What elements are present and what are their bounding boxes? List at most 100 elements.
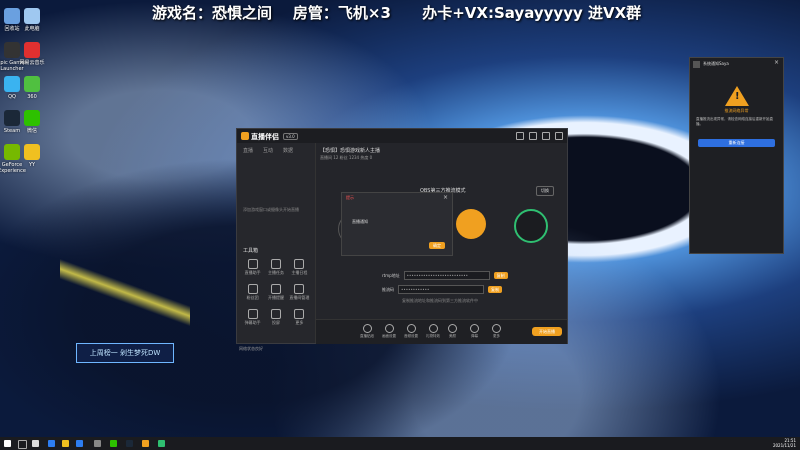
tab-data[interactable]: 数据: [283, 147, 293, 154]
desktop-icon-label: 网易云音乐: [19, 60, 45, 66]
bottom-tool[interactable]: 美颜: [448, 324, 457, 339]
tool-icon: [270, 259, 281, 269]
edge-icon[interactable]: [48, 440, 55, 447]
tool-icon: [294, 259, 305, 269]
copy-rtmp-button[interactable]: 复制: [493, 272, 508, 279]
tool-item[interactable]: 投屏: [264, 309, 287, 326]
desktop-app-icon: [24, 42, 40, 58]
tool-icon: [362, 324, 372, 333]
tool-label: 开播提醒: [267, 295, 284, 300]
bottom-tool[interactable]: 更多: [492, 324, 501, 339]
start-icon[interactable]: [4, 440, 11, 447]
tool-icon: [247, 284, 258, 294]
bottom-tool-label: 弹幕: [471, 334, 478, 338]
tool-label: 直播助手: [244, 270, 261, 275]
explorer-icon[interactable]: [62, 440, 69, 447]
tab-live[interactable]: 直播: [243, 147, 253, 154]
switch-mode-button[interactable]: 切换: [536, 186, 554, 196]
tool-label: 主播日程: [291, 270, 308, 275]
clock[interactable]: 21:51 2021/11/21: [773, 438, 796, 448]
source-hint: 添加游戏窗口或摄像头开始直播: [243, 207, 299, 212]
tool-icon: [247, 309, 258, 319]
desktop-icon[interactable]: 此电脑: [12, 8, 52, 32]
settings-icon[interactable]: [516, 132, 524, 140]
reconnect-button[interactable]: 重新连接: [698, 139, 775, 147]
popup-title: 系统通知Saya: [703, 61, 729, 66]
taskbar: 21:51 2021/11/21: [0, 437, 800, 450]
start-live-button[interactable]: 开始直播: [532, 327, 562, 336]
tool-label: 更多: [295, 320, 304, 325]
app-icon[interactable]: [158, 440, 165, 447]
stream-key-field[interactable]: ••••••••••••: [398, 285, 484, 294]
bottom-tool-label: 音频设置: [404, 334, 418, 338]
step-circle-done: [514, 209, 548, 243]
tool-item[interactable]: 直播助手: [241, 259, 264, 276]
bottom-tool[interactable]: 弹幕: [470, 324, 479, 339]
version-badge[interactable]: v3.0: [283, 133, 298, 140]
tool-item[interactable]: 主播任务: [264, 259, 287, 276]
tool-item[interactable]: 直播间管理: [288, 284, 311, 301]
tool-icon: [492, 324, 501, 333]
tool-label: 主播任务: [267, 270, 284, 275]
bottom-tool[interactable]: 直播贴纸: [360, 324, 374, 339]
warning-exclamation-icon: !: [735, 91, 740, 102]
desktop-icon[interactable]: 微信: [12, 110, 52, 134]
task-view-icon[interactable]: [32, 440, 39, 447]
copy-key-button[interactable]: 复制: [488, 286, 502, 293]
desktop-app-icon: [24, 8, 40, 24]
app-logo-text: 直播伴侣: [251, 133, 279, 141]
window-controls: [516, 132, 563, 140]
bottom-tool[interactable]: 画面设置: [382, 324, 396, 339]
tool-icon: [270, 284, 281, 294]
streaming-app-icon[interactable]: [142, 440, 149, 447]
bottom-tool[interactable]: 礼物特效: [426, 324, 440, 339]
stream-overlay-text: 游戏名：恐惧之间 房管：飞机×3 办卡+VX:Sayayyyyy 进VX群: [152, 4, 642, 22]
close-icon[interactable]: [555, 132, 563, 140]
minimize-icon[interactable]: [529, 132, 537, 140]
tool-label: 投屏: [271, 320, 280, 325]
app-titlebar: 直播伴侣 v3.0: [237, 129, 567, 143]
tool-icon: [247, 259, 258, 269]
modal-ok-button[interactable]: 确定: [429, 242, 445, 249]
popup-description: 直播推流出现异常，请检查网络连接后重新开始直播。: [696, 117, 773, 126]
left-tabs: 直播 互动 数据: [243, 147, 293, 154]
desktop-app-icon: [24, 76, 40, 92]
app-left-panel: 直播 互动 数据 添加游戏窗口或摄像头开始直播 工具箱 直播助手 主播任务 主播…: [237, 143, 316, 351]
notice-modal: 提示 × 直播通知 确定: [341, 192, 453, 256]
search-icon[interactable]: [18, 440, 27, 449]
tool-label: 直播间管理: [289, 295, 310, 300]
desktop-app-icon: [24, 110, 40, 126]
bottom-tool[interactable]: 音频设置: [404, 324, 418, 339]
steam-icon[interactable]: [126, 440, 133, 447]
rtmp-field[interactable]: ••••••••••••••••••••••••••: [403, 271, 490, 280]
bottom-tool-label: 直播贴纸: [360, 334, 374, 338]
modal-close-icon[interactable]: ×: [443, 194, 448, 201]
tool-item[interactable]: 开播提醒: [264, 284, 287, 301]
tool-item[interactable]: 主播日程: [288, 259, 311, 276]
tool-icon: [270, 309, 281, 319]
tool-icon: [448, 324, 457, 333]
desktop-icon-label: YY: [28, 162, 36, 168]
desktop-icon[interactable]: 网易云音乐: [12, 42, 52, 66]
tool-item[interactable]: 粉丝团: [241, 284, 264, 301]
app-icon[interactable]: [94, 440, 101, 447]
maximize-icon[interactable]: [542, 132, 550, 140]
rtmp-label: rtmp地址: [382, 272, 400, 278]
room-meta: 直播间 12 粉丝 1234 热度 0: [320, 155, 373, 160]
tool-label: 弹幕助手: [244, 320, 261, 325]
popup-close-icon[interactable]: ×: [774, 59, 779, 66]
bottom-tool-label: 画面设置: [382, 334, 396, 338]
desktop-icon[interactable]: YY: [12, 144, 52, 168]
browser-icon[interactable]: [76, 440, 83, 447]
desktop-app-icon: [24, 144, 40, 160]
tool-item[interactable]: 更多: [288, 309, 311, 326]
wechat-icon[interactable]: [110, 440, 117, 447]
step-circle-active: [456, 209, 486, 239]
desktop-icon-label: 微信: [26, 128, 37, 134]
tab-interact[interactable]: 互动: [263, 147, 273, 154]
room-title: 【恐惧】恐惧游戏新人主播: [320, 148, 381, 154]
key-row: 推流码 •••••••••••• 复制: [382, 285, 502, 294]
desktop-icon[interactable]: 360: [12, 76, 52, 100]
tool-item[interactable]: 弹幕助手: [241, 309, 264, 326]
popup-avatar: [693, 61, 700, 68]
